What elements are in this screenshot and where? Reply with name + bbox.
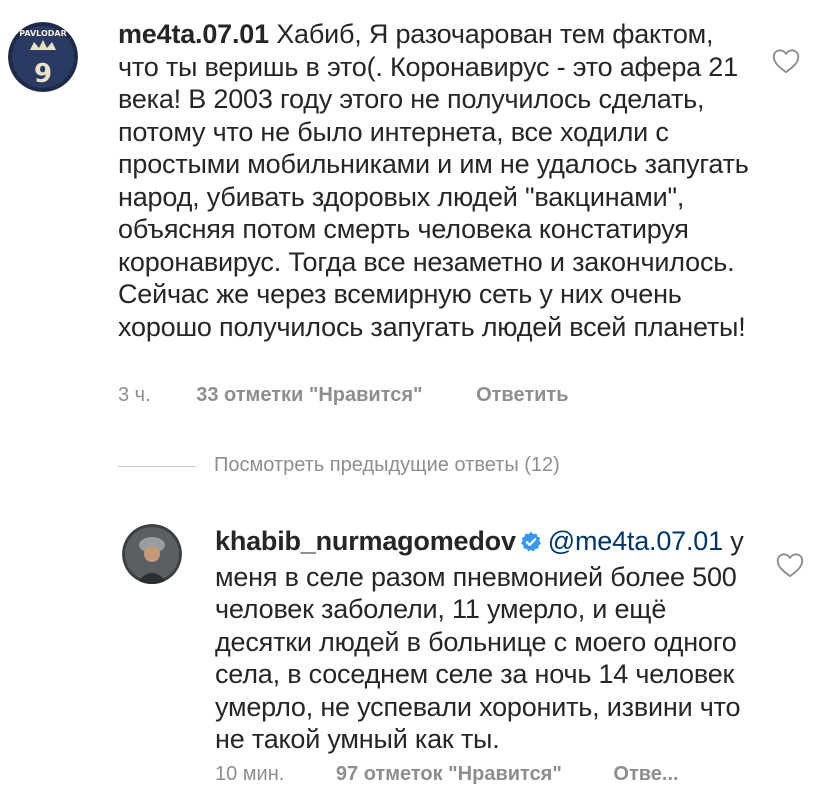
comment-1-reply-button[interactable]: Ответить <box>476 384 568 407</box>
avatar-khabib-photo-icon <box>122 524 182 584</box>
comment-1-body: me4ta.07.01 Хабиб, Я разочарован тем фак… <box>118 18 758 343</box>
comment-2-text: у меня в селе разом пневмонией более 500… <box>215 526 744 754</box>
comment-1-likes[interactable]: 33 отметки "Нравится" <box>196 384 422 407</box>
comment-1-text: Хабиб, Я разочарован тем фактом, что ты … <box>118 19 749 342</box>
replies-divider <box>118 466 196 467</box>
heart-icon[interactable] <box>772 48 800 79</box>
avatar-khabib[interactable] <box>122 524 182 584</box>
comment-2-reply-button[interactable]: Отве... <box>613 763 678 786</box>
comment-2-time: 10 мин. <box>215 763 285 785</box>
comment-2-mention[interactable]: @me4ta.07.01 <box>548 526 723 556</box>
svg-text:9: 9 <box>34 59 52 89</box>
comment-2-meta: 10 мин. 97 отметок "Нравится" Отве... <box>215 763 679 786</box>
comment-1-meta: 3 ч. 33 отметки "Нравится" Ответить <box>118 384 569 407</box>
comment-1-username[interactable]: me4ta.07.01 <box>118 19 269 49</box>
svg-text:PAVLODAR: PAVLODAR <box>19 29 67 38</box>
comment-2-likes[interactable]: 97 отметок "Нравится" <box>336 763 562 786</box>
avatar-me4ta[interactable]: 9 PAVLODAR <box>8 22 78 92</box>
comment-2-body: khabib_nurmagomedov @me4ta.07.01 у меня в… <box>215 525 755 756</box>
comment-2-username[interactable]: khabib_nurmagomedov <box>215 526 516 556</box>
verified-badge-icon <box>520 528 542 561</box>
view-previous-replies-button[interactable]: Посмотреть предыдущие ответы (12) <box>214 454 560 477</box>
heart-icon[interactable] <box>776 552 804 583</box>
comment-1-time: 3 ч. <box>118 384 151 406</box>
avatar-pavlodar-logo-icon: 9 PAVLODAR <box>8 22 78 92</box>
